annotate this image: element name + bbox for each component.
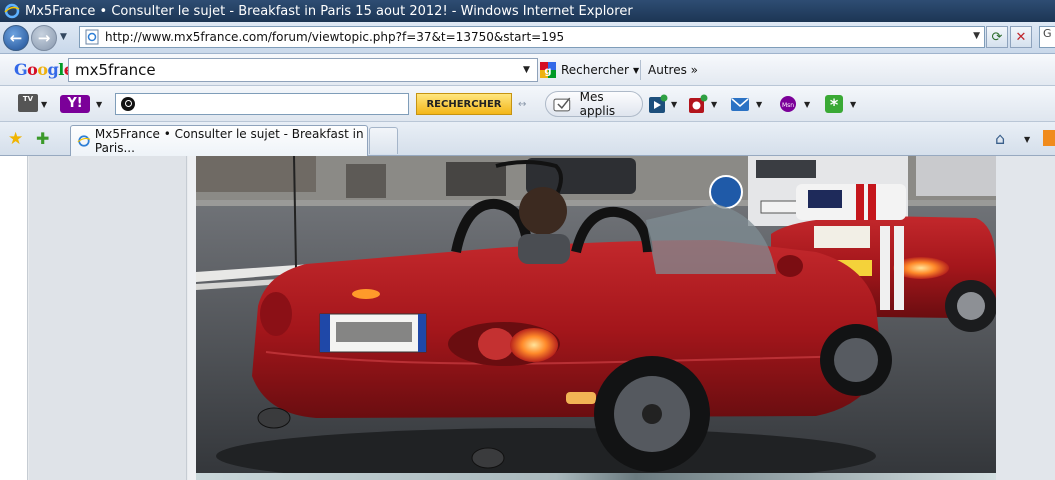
chevron-down-icon[interactable]: ▼ — [1024, 135, 1030, 144]
tv-label: TV — [22, 95, 34, 103]
history-dropdown-icon[interactable]: ▼ — [60, 32, 67, 42]
chevron-down-icon[interactable]: ▼ — [756, 100, 762, 109]
more-button[interactable]: Autres » — [648, 63, 698, 77]
arrow-left-icon: ← — [9, 29, 23, 47]
red-roadster-photo — [196, 156, 996, 473]
asterisk-icon[interactable]: * — [824, 94, 844, 114]
browser-search-input[interactable]: G — [1039, 26, 1055, 48]
forward-button[interactable]: → — [31, 25, 57, 51]
google-toolbar: Google mx5france ▼ g Recherche​r ▼ Autre… — [0, 54, 1055, 86]
page-right-margin — [996, 156, 1055, 480]
page-left-margin — [0, 156, 28, 480]
license-plate-text — [336, 322, 412, 342]
messenger-icon[interactable]: Msn — [778, 94, 798, 114]
chevron-down-icon[interactable]: ▼ — [41, 100, 47, 109]
google-search-icon: g — [540, 62, 556, 78]
add-favorite-icon[interactable]: ✚ — [36, 129, 49, 148]
post-photo — [196, 156, 996, 473]
url-field[interactable]: http://www.mx5france.com/forum/viewtopic… — [79, 26, 985, 48]
chevron-down-icon[interactable]: ▼ — [711, 100, 717, 109]
toolbar-divider — [640, 60, 641, 80]
google-logo: Google — [14, 60, 74, 79]
apps-icon — [553, 97, 571, 112]
rss-feed-icon[interactable] — [1043, 130, 1055, 146]
stop-button[interactable]: ✕ — [1010, 26, 1032, 48]
window-title: Mx5France • Consulter le sujet - Breakfa… — [25, 3, 633, 19]
chevron-down-icon[interactable]: ▼ — [804, 100, 810, 109]
url-dropdown-icon[interactable]: ▼ — [973, 31, 980, 41]
svg-text:g: g — [544, 66, 551, 77]
refresh-icon: ⟳ — [991, 29, 1003, 45]
address-toolbar: ← → ▼ http://www.mx5france.com/forum/vie… — [0, 22, 1055, 54]
ie-page-icon — [77, 135, 91, 147]
chevron-down-icon[interactable]: ▼ — [523, 65, 530, 75]
post-author-column — [29, 156, 187, 480]
next-photo-preview — [196, 473, 996, 480]
chevron-down-icon[interactable]: ▼ — [96, 100, 102, 109]
google-search-label: Recherche​r — [561, 63, 629, 77]
svg-text:*: * — [830, 95, 839, 114]
arrow-right-icon: → — [37, 29, 51, 47]
tab-label: Mx5France • Consulter le sujet - Breakfa… — [94, 127, 364, 155]
back-button[interactable]: ← — [3, 25, 29, 51]
my-apps-label: Mes applis — [579, 90, 616, 118]
google-search-button[interactable]: g Recherche​r ▼ — [540, 60, 639, 80]
tv-icon[interactable]: TV — [18, 94, 38, 112]
close-icon: ✕ — [1015, 29, 1027, 45]
yahoo-search-input[interactable] — [115, 93, 409, 115]
url-text: http://www.mx5france.com/forum/viewtopic… — [105, 30, 565, 44]
chevron-down-icon: ▼ — [632, 65, 640, 75]
yahoo-search-button[interactable]: RECHERCHER — [416, 93, 512, 115]
mail-icon[interactable] — [730, 94, 750, 114]
google-search-input[interactable]: mx5france — [68, 58, 538, 82]
tab-active[interactable]: Mx5France • Consulter le sujet - Breakfa… — [70, 125, 368, 156]
chevron-down-icon[interactable]: ▼ — [671, 100, 677, 109]
ie-page-icon — [85, 29, 99, 45]
tab-bar: ★ ✚ Mx5France • Consulter le sujet - Bre… — [0, 122, 1055, 156]
search-icon — [121, 97, 135, 111]
yahoo-logo[interactable]: Y! — [60, 95, 90, 113]
my-apps-button[interactable]: Mes applis — [545, 90, 643, 118]
grip-handle-icon[interactable]: ↔ — [518, 99, 526, 110]
svg-text:Msn: Msn — [782, 102, 794, 109]
chevron-down-icon[interactable]: ▼ — [850, 100, 856, 109]
favorites-star-icon[interactable]: ★ — [8, 129, 23, 149]
alarm-clock-icon[interactable] — [688, 94, 708, 114]
yahoo-toolbar: TV ▼ Y! ▼ RECHERCHER ↔ Mes applis ▼ ▼ ▼ … — [0, 86, 1055, 122]
new-tab-button[interactable] — [369, 127, 398, 154]
refresh-button[interactable]: ⟳ — [986, 26, 1008, 48]
window-titlebar: Mx5France • Consulter le sujet - Breakfa… — [0, 0, 1055, 22]
media-player-icon[interactable] — [648, 94, 668, 114]
internet-explorer-icon — [4, 3, 20, 19]
home-icon[interactable]: ⌂ — [995, 129, 1005, 148]
